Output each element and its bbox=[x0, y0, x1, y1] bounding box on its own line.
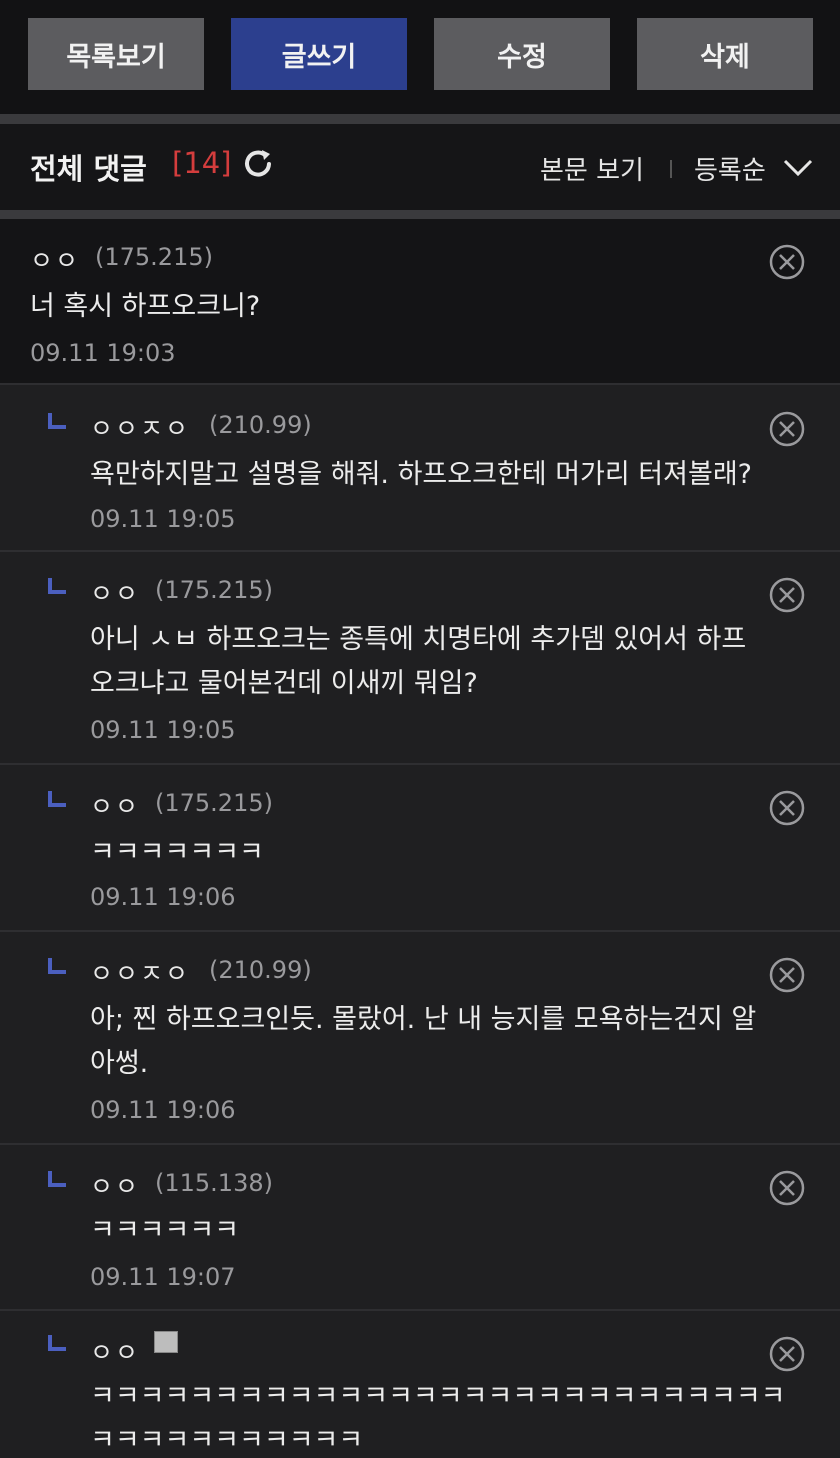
write-button[interactable]: 글쓰기 bbox=[231, 18, 407, 90]
view-post-link[interactable]: 본문 보기 bbox=[540, 150, 644, 187]
toolbar: 목록보기 글쓰기 수정 삭제 bbox=[0, 0, 840, 114]
close-icon[interactable] bbox=[768, 1335, 806, 1373]
comment-text: 욕만하지말고 설명을 해줘. 하프오크한테 머가리 터져볼래? bbox=[90, 459, 752, 490]
delete-post-button[interactable]: 삭제 bbox=[637, 18, 813, 90]
reply-item: ㅇㅇ (175.215) ㅋㅋㅋㅋㅋㅋㅋ 09.11 19:06 bbox=[0, 765, 840, 932]
comment-time: 09.11 19:07 bbox=[90, 1263, 236, 1291]
reply-marker-icon bbox=[48, 578, 66, 594]
comments-title: 전체 댓글 bbox=[30, 152, 147, 186]
reply-marker-icon bbox=[48, 1171, 66, 1187]
chevron-down-icon[interactable] bbox=[782, 154, 814, 180]
comment-text: 아; 찐 하프오크인듯. 몰랐어. 난 내 능지를 모욕하는건지 알 아썽. bbox=[90, 1004, 757, 1079]
close-icon[interactable] bbox=[768, 243, 806, 281]
comment-nickname[interactable]: ㅇㅇ bbox=[90, 787, 140, 823]
reply-item: ㅇㅇ (115.138) ㅋㅋㅋㅋㅋㅋ 09.11 19:07 bbox=[0, 1145, 840, 1311]
comment-time: 09.11 19:05 bbox=[90, 716, 236, 744]
sort-select[interactable]: 등록순 bbox=[694, 150, 766, 187]
comment-nickname[interactable]: ㅇㅇ bbox=[90, 1167, 140, 1203]
reply-item: ㅇㅇ ㅋㅋㅋㅋㅋㅋㅋㅋㅋㅋㅋㅋㅋㅋㅋㅋㅋㅋㅋㅋㅋㅋㅋㅋㅋㅋㅋㅋ ㅋㅋㅋㅋㅋㅋㅋㅋ… bbox=[0, 1311, 840, 1458]
divider bbox=[0, 210, 840, 219]
divider bbox=[0, 114, 840, 124]
member-badge-icon bbox=[154, 1331, 178, 1353]
close-icon[interactable] bbox=[768, 576, 806, 614]
comment-nickname[interactable]: ㅇㅇ bbox=[30, 241, 80, 277]
close-icon[interactable] bbox=[768, 410, 806, 448]
comment-ip: (115.138) bbox=[155, 1169, 273, 1197]
comment-text: ㅋㅋㅋㅋㅋㅋㅋㅋㅋㅋㅋㅋㅋㅋㅋㅋㅋㅋㅋㅋㅋㅋㅋㅋㅋㅋㅋㅋ ㅋㅋㅋㅋㅋㅋㅋㅋㅋㅋㅋ bbox=[90, 1381, 786, 1456]
comments-header: 전체 댓글 [14] 본문 보기 등록순 bbox=[0, 124, 840, 210]
reply-marker-icon bbox=[48, 958, 66, 974]
comment-text: 너 혹시 하프오크니? bbox=[30, 291, 261, 322]
comment-ip: (175.215) bbox=[155, 789, 273, 817]
comment-item: ㅇㅇ (175.215) 너 혹시 하프오크니? 09.11 19:03 bbox=[0, 219, 840, 385]
comment-ip: (210.99) bbox=[209, 411, 312, 439]
comment-time: 09.11 19:06 bbox=[90, 1096, 236, 1124]
comment-ip: (175.215) bbox=[95, 243, 213, 271]
divider bbox=[670, 160, 672, 178]
comments-count: [14] bbox=[172, 146, 232, 180]
reply-marker-icon bbox=[48, 413, 66, 429]
reply-item: ㅇㅇㅈㅇ (210.99) 욕만하지말고 설명을 해줘. 하프오크한테 머가리 … bbox=[0, 385, 840, 552]
comment-time: 09.11 19:06 bbox=[90, 883, 236, 911]
list-button[interactable]: 목록보기 bbox=[28, 18, 204, 90]
comment-nickname[interactable]: ㅇㅇ bbox=[90, 574, 140, 610]
close-icon[interactable] bbox=[768, 956, 806, 994]
comment-ip: (210.99) bbox=[209, 956, 312, 984]
reply-marker-icon bbox=[48, 791, 66, 807]
reply-item: ㅇㅇ (175.215) 아니 ㅅㅂ 하프오크는 종특에 치명타에 추가뎀 있어… bbox=[0, 552, 840, 765]
comment-text: ㅋㅋㅋㅋㅋㅋ bbox=[90, 1215, 240, 1246]
comment-ip: (175.215) bbox=[155, 576, 273, 604]
close-icon[interactable] bbox=[768, 789, 806, 827]
comment-time: 09.11 19:05 bbox=[90, 505, 236, 533]
comment-nickname[interactable]: ㅇㅇㅈㅇ bbox=[90, 954, 190, 990]
reply-marker-icon bbox=[48, 1335, 66, 1351]
refresh-icon[interactable] bbox=[240, 146, 276, 182]
close-icon[interactable] bbox=[768, 1169, 806, 1207]
comment-nickname[interactable]: ㅇㅇ bbox=[90, 1333, 140, 1369]
comment-text: 아니 ㅅㅂ 하프오크는 종특에 치명타에 추가뎀 있어서 하프 오크냐고 물어본… bbox=[90, 624, 747, 699]
comment-text: ㅋㅋㅋㅋㅋㅋㅋ bbox=[90, 837, 264, 868]
comment-time: 09.11 19:03 bbox=[30, 339, 176, 367]
edit-button[interactable]: 수정 bbox=[434, 18, 610, 90]
reply-item: ㅇㅇㅈㅇ (210.99) 아; 찐 하프오크인듯. 몰랐어. 난 내 능지를 … bbox=[0, 932, 840, 1145]
comment-nickname[interactable]: ㅇㅇㅈㅇ bbox=[90, 409, 190, 445]
